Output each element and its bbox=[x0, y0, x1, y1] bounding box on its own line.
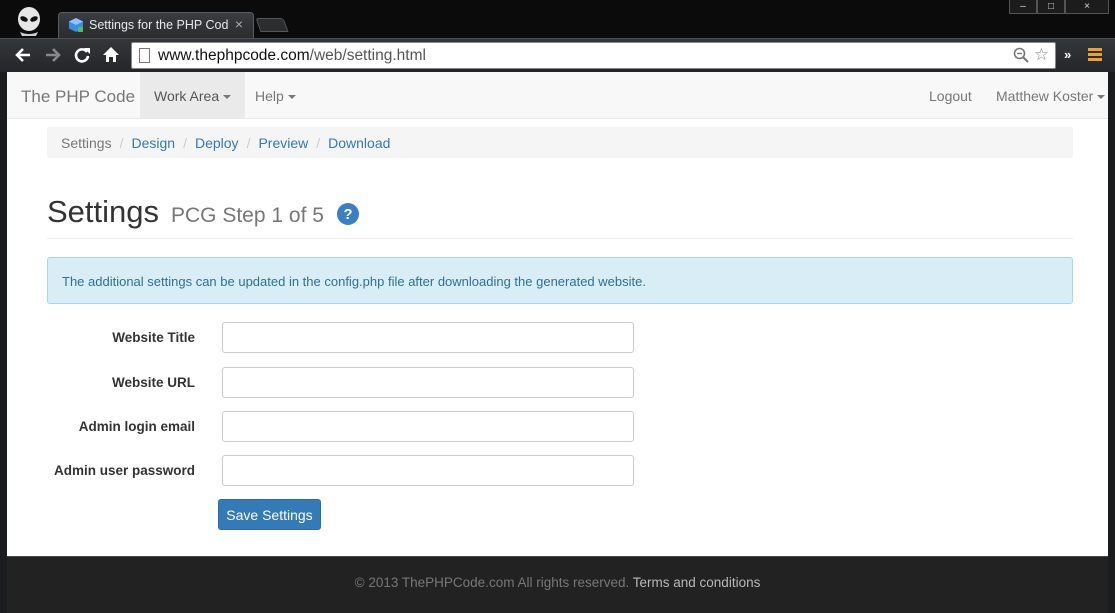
user-name: Matthew Koster bbox=[996, 88, 1094, 104]
tab-close-icon[interactable]: × bbox=[235, 16, 243, 32]
new-tab-button[interactable] bbox=[255, 18, 289, 32]
terms-link[interactable]: Terms and conditions bbox=[633, 575, 761, 590]
window-close-button[interactable]: × bbox=[1065, 0, 1109, 14]
admin-password-input[interactable] bbox=[222, 455, 634, 486]
window-controls: – □ × bbox=[1009, 0, 1109, 14]
star-icon[interactable]: ☆ bbox=[1034, 45, 1049, 65]
forward-icon[interactable] bbox=[42, 44, 64, 66]
logout-link[interactable]: Logout bbox=[929, 88, 972, 104]
browser-tab[interactable]: Settings for the PHP Code × bbox=[58, 12, 254, 38]
footer-text: © 2013 ThePHPCode.com All rights reserve… bbox=[7, 575, 1108, 590]
site-footer: © 2013 ThePHPCode.com All rights reserve… bbox=[7, 556, 1108, 613]
reload-icon[interactable] bbox=[71, 44, 93, 66]
caret-down-icon bbox=[1097, 95, 1106, 100]
breadcrumb-preview[interactable]: Preview bbox=[258, 135, 308, 151]
admin-email-label: Admin login email bbox=[78, 419, 195, 434]
help-icon[interactable]: ? bbox=[337, 203, 359, 225]
save-settings-button[interactable]: Save Settings bbox=[218, 499, 321, 530]
window-border-left bbox=[0, 72, 7, 613]
page-title: Settings bbox=[47, 194, 160, 229]
website-title-input[interactable] bbox=[222, 322, 634, 353]
breadcrumb-separator: / bbox=[246, 135, 251, 151]
copyright-text: © 2013 ThePHPCode.com All rights reserve… bbox=[354, 575, 630, 590]
info-alert: The additional settings can be updated i… bbox=[47, 257, 1073, 304]
breadcrumb-deploy[interactable]: Deploy bbox=[195, 135, 239, 151]
caret-down-icon bbox=[287, 95, 296, 100]
page-header: Settings PCG Step 1 of 5 ? bbox=[47, 194, 1073, 239]
extensions-overflow-button[interactable]: » bbox=[1064, 47, 1071, 62]
caret-down-icon bbox=[223, 95, 232, 100]
back-icon[interactable] bbox=[12, 44, 34, 66]
admin-password-label: Admin user password bbox=[53, 463, 195, 478]
menu-icon[interactable] bbox=[1088, 48, 1102, 62]
browser-titlebar: Settings for the PHP Code × – □ × bbox=[0, 0, 1115, 38]
favicon-icon bbox=[69, 18, 83, 32]
breadcrumb-design[interactable]: Design bbox=[131, 135, 175, 151]
breadcrumb-download[interactable]: Download bbox=[328, 135, 390, 151]
alien-icon bbox=[18, 7, 40, 36]
minimize-button[interactable]: – bbox=[1009, 0, 1037, 14]
page-subtitle: PCG Step 1 of 5 bbox=[171, 204, 324, 227]
page-viewport: The PHP Code Work Area Help Logout Matth… bbox=[7, 72, 1108, 613]
site-navbar: The PHP Code Work Area Help Logout Matth… bbox=[7, 72, 1108, 119]
breadcrumb-separator: / bbox=[119, 135, 124, 151]
browser-toolbar: www.thephpcode.com/web/setting.html ☆ » bbox=[0, 38, 1115, 72]
home-icon[interactable] bbox=[100, 44, 122, 66]
url-text[interactable]: www.thephpcode.com/web/setting.html bbox=[158, 47, 426, 65]
breadcrumb-settings: Settings bbox=[61, 135, 112, 151]
site-brand[interactable]: The PHP Code bbox=[21, 87, 135, 107]
nav-help-label: Help bbox=[255, 88, 284, 104]
website-url-input[interactable] bbox=[222, 367, 634, 398]
breadcrumb-separator: / bbox=[183, 135, 187, 151]
page-icon bbox=[139, 48, 150, 63]
zoom-icon[interactable] bbox=[1013, 47, 1029, 63]
nav-help[interactable]: Help bbox=[255, 88, 296, 104]
window-border-right bbox=[1108, 72, 1115, 613]
breadcrumb: Settings / Design / Deploy / Preview / Download bbox=[47, 127, 1073, 158]
nav-work-area[interactable]: Work Area bbox=[140, 72, 246, 119]
website-url-label: Website URL bbox=[111, 375, 195, 390]
maximize-button[interactable]: □ bbox=[1037, 0, 1065, 14]
website-title-label: Website Title bbox=[112, 330, 195, 345]
admin-email-input[interactable] bbox=[222, 411, 634, 442]
nav-work-area-label: Work Area bbox=[154, 88, 220, 104]
address-bar[interactable]: www.thephpcode.com/web/setting.html ☆ bbox=[131, 42, 1056, 69]
breadcrumb-separator: / bbox=[316, 135, 321, 151]
user-menu[interactable]: Matthew Koster bbox=[996, 88, 1106, 104]
tab-title: Settings for the PHP Code bbox=[89, 18, 229, 32]
